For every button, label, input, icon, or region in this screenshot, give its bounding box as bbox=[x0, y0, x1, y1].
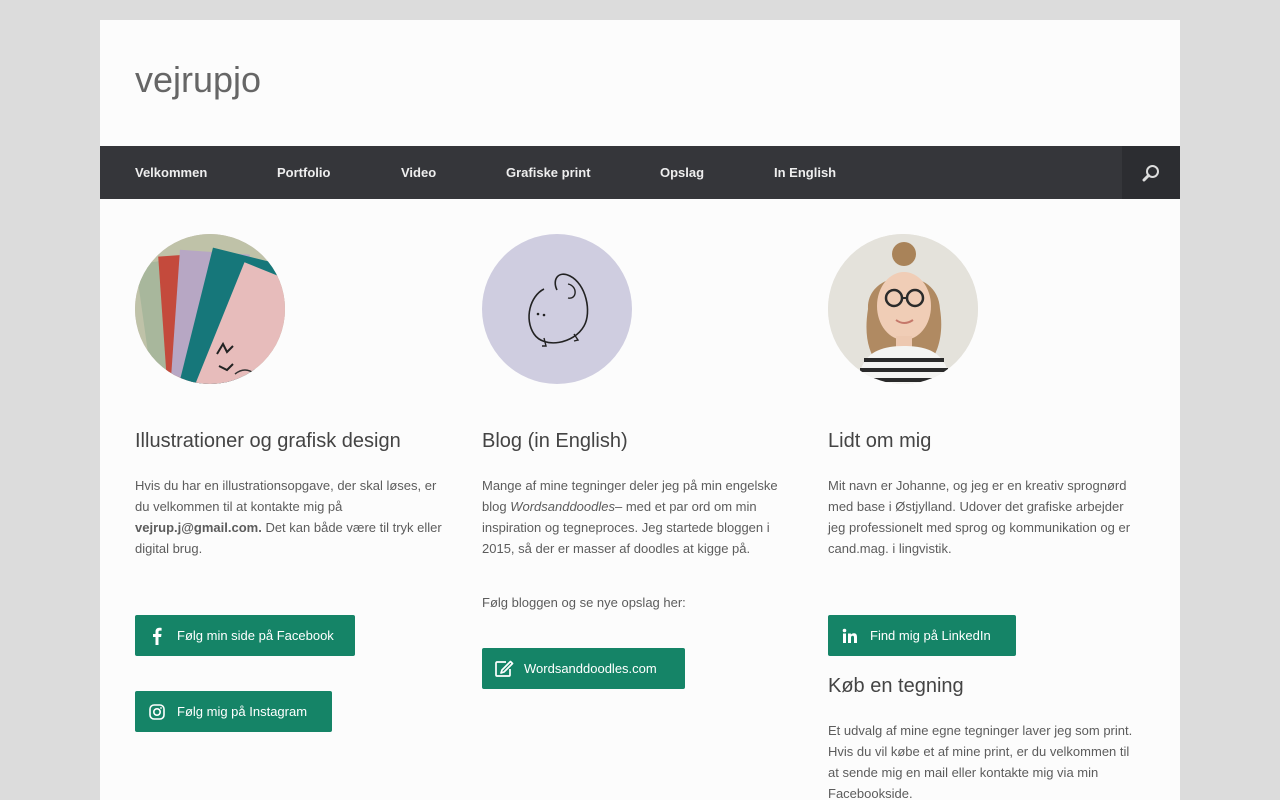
doodle-avatar bbox=[482, 234, 632, 384]
contact-email: vejrup.j@gmail.com. bbox=[135, 520, 262, 535]
text-follow-blog: Følg bloggen og se nye opslag her: bbox=[482, 595, 686, 610]
page: vejrupjo Velkommen Portfolio Video Grafi… bbox=[100, 20, 1180, 800]
search-button[interactable] bbox=[1122, 146, 1180, 199]
text-buy-drawing: Et udvalg af mine egne tegninger laver j… bbox=[828, 723, 1133, 800]
instagram-icon bbox=[147, 702, 167, 722]
text-about: Mit navn er Johanne, og jeg er en kreati… bbox=[828, 478, 1131, 556]
instagram-button[interactable]: Følg mig på Instagram bbox=[135, 691, 332, 732]
facebook-icon bbox=[147, 626, 167, 646]
blog-name: Wordsanddoodles bbox=[510, 499, 615, 514]
heading-buy-drawing: Køb en tegning bbox=[828, 675, 964, 697]
blog-button[interactable]: Wordsanddoodles.com bbox=[482, 648, 685, 689]
nav-item-portfolio[interactable]: Portfolio bbox=[277, 165, 330, 180]
edit-icon bbox=[494, 659, 514, 679]
linkedin-icon bbox=[840, 626, 860, 646]
site-header: vejrupjo bbox=[100, 20, 1180, 146]
facebook-button[interactable]: Følg min side på Facebook bbox=[135, 615, 355, 656]
nav-item-video[interactable]: Video bbox=[401, 165, 436, 180]
text-blog: Mange af mine tegninger deler jeg på min… bbox=[482, 478, 778, 556]
main-navigation: Velkommen Portfolio Video Grafiske print… bbox=[100, 146, 1180, 199]
column-blog: Blog (in English) Mange af mine tegninge… bbox=[482, 234, 794, 689]
linkedin-button[interactable]: Find mig på LinkedIn bbox=[828, 615, 1016, 656]
column-about: Lidt om mig Mit navn er Johanne, og jeg … bbox=[828, 234, 1140, 800]
nav-item-velkommen[interactable]: Velkommen bbox=[135, 165, 207, 180]
nav-item-opslag[interactable]: Opslag bbox=[660, 165, 704, 180]
heading-blog: Blog (in English) bbox=[482, 430, 628, 452]
search-icon bbox=[1142, 164, 1159, 181]
column-illustrations: Illustrationer og grafisk design Hvis du… bbox=[135, 234, 447, 732]
heading-illustrations: Illustrationer og grafisk design bbox=[135, 430, 401, 452]
nav-item-grafiske-print[interactable]: Grafiske print bbox=[506, 165, 591, 180]
heading-about: Lidt om mig bbox=[828, 430, 932, 452]
nav-item-in-english[interactable]: In English bbox=[774, 165, 836, 180]
portrait-photo bbox=[828, 234, 978, 384]
site-title[interactable]: vejrupjo bbox=[135, 62, 261, 98]
illustration-prints-photo bbox=[135, 234, 285, 384]
text-illustrations: Hvis du har en illustrationsopgave, der … bbox=[135, 478, 442, 556]
